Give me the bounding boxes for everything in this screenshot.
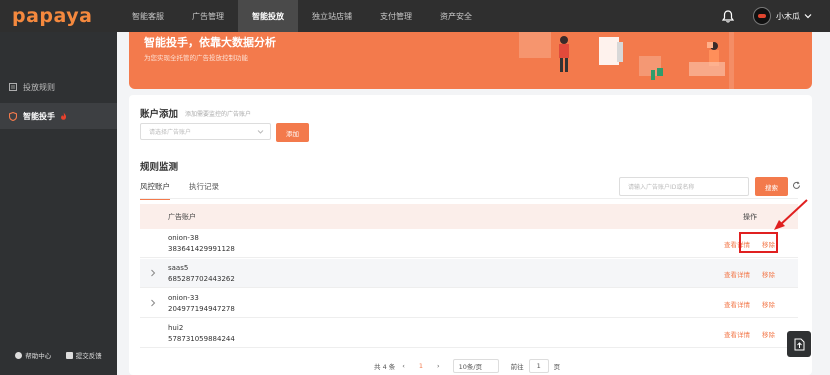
ad-account-select[interactable]: 请选择广告账户: [140, 123, 271, 140]
main-card: 账户添加 添加需要监控的广告账户 请选择广告账户 添加 规则监测 风控账户 执行…: [129, 95, 812, 375]
bell-icon[interactable]: [721, 9, 735, 23]
feedback-link[interactable]: 提交反馈: [65, 350, 102, 360]
ad-account-select-placeholder: 请选择广告账户: [149, 129, 192, 136]
account-add-title: 账户添加: [140, 109, 179, 120]
account-id: 204977194947278: [168, 305, 235, 313]
feedback-label: 提交反馈: [75, 352, 102, 360]
chevron-right-icon[interactable]: [149, 298, 157, 308]
refresh-icon[interactable]: [792, 181, 801, 190]
export-button[interactable]: [787, 331, 811, 357]
account-name: saas5: [168, 264, 189, 272]
tabs-divider: [140, 198, 798, 199]
goto-page-input[interactable]: 1: [528, 359, 549, 373]
remove-link[interactable]: 移除: [762, 299, 775, 309]
table-row: onion-38 383641429991128 查看详情 移除: [140, 229, 798, 258]
chevron-down-icon[interactable]: [804, 12, 812, 20]
view-detail-link[interactable]: 查看详情: [724, 299, 750, 309]
sidebar-item-label: 智能投手: [23, 111, 55, 121]
help-center-label: 帮助中心: [25, 352, 52, 360]
sidebar-item-label: 投放规则: [23, 82, 55, 92]
page-number-current[interactable]: 1: [419, 362, 423, 370]
sidebar: 投放规则 智能投手 帮助中心 提交反馈: [0, 32, 117, 375]
logo[interactable]: papaya: [0, 5, 118, 27]
promo-banner: 智能投手，依靠大数据分析 为您实现全托管的广告投放控制功能: [129, 32, 812, 89]
chevron-down-icon: [257, 130, 264, 134]
nav-item-payment[interactable]: 支付管理: [366, 0, 426, 32]
help-center-link[interactable]: 帮助中心: [15, 350, 51, 360]
user-area: 小木瓜: [721, 0, 812, 32]
account-add-hint: 添加需要监控的广告账户: [185, 111, 252, 118]
pagination: 共 4 条 ‹ 1 › 10条/页 前往 1 页: [374, 359, 560, 373]
nav-item-asset-security[interactable]: 资产安全: [426, 0, 486, 32]
shield-icon: [9, 111, 17, 121]
total-count: 共 4 条: [374, 363, 396, 371]
table-header: 广告账户 操作: [140, 204, 798, 229]
view-detail-link[interactable]: 查看详情: [724, 329, 750, 339]
remove-link[interactable]: 移除: [762, 329, 775, 339]
top-navigation-bar: papaya 智能客服 广告管理 智能投放 独立站店铺 支付管理 资产安全 小木…: [0, 0, 830, 32]
arrow-annotation-icon: [774, 199, 808, 230]
account-name: onion-33: [168, 294, 199, 302]
chevron-right-icon[interactable]: [149, 268, 157, 278]
table-row: saas5 685287702443262 查看详情 移除: [140, 259, 798, 288]
sidebar-item-smart-pitcher[interactable]: 智能投手: [0, 103, 117, 129]
search-button[interactable]: 搜索: [755, 177, 788, 196]
view-detail-link[interactable]: 查看详情: [724, 269, 750, 279]
remove-highlight-box: [739, 232, 778, 253]
export-icon: [794, 338, 804, 350]
monitor-title: 规则监测: [140, 162, 179, 173]
next-page-icon[interactable]: ›: [437, 362, 440, 370]
banner-illustration: [519, 32, 734, 89]
account-id: 685287702443262: [168, 275, 235, 283]
column-ad-account: 广告账户: [168, 212, 196, 221]
table-row: onion-33 204977194947278 查看详情 移除: [140, 289, 798, 318]
nav-item-smart-delivery[interactable]: 智能投放: [238, 0, 298, 32]
search-input[interactable]: 请输入广告账户ID或名称: [619, 177, 749, 196]
sidebar-footer: 帮助中心 提交反馈: [0, 350, 117, 360]
fire-icon: [61, 112, 67, 120]
username[interactable]: 小木瓜: [776, 11, 800, 22]
search-placeholder: 请输入广告账户ID或名称: [628, 184, 695, 191]
page-size-value: 10条/页: [458, 363, 483, 371]
sidebar-item-rules[interactable]: 投放规则: [0, 74, 117, 100]
account-name: hui2: [168, 324, 184, 332]
page-suffix: 页: [553, 363, 561, 371]
nav-item-store[interactable]: 独立站店铺: [298, 0, 366, 32]
table-row: hui2 578731059884244 查看详情 移除: [140, 319, 798, 348]
prev-page-icon[interactable]: ‹: [402, 362, 405, 370]
rules-icon: [9, 83, 17, 91]
add-account-button[interactable]: 添加: [276, 123, 309, 142]
account-id: 383641429991128: [168, 245, 235, 253]
help-icon: [15, 351, 23, 359]
nav-item-ad-management[interactable]: 广告管理: [178, 0, 238, 32]
column-actions: 操作: [743, 212, 757, 221]
nav-item-customer-service[interactable]: 智能客服: [118, 0, 178, 32]
feedback-icon: [65, 351, 73, 359]
account-id: 578731059884244: [168, 335, 235, 343]
remove-link[interactable]: 移除: [762, 269, 775, 279]
goto-label: 前往: [510, 363, 524, 371]
account-name: onion-38: [168, 234, 199, 242]
page-size-select[interactable]: 10条/页: [452, 359, 499, 373]
main-nav: 智能客服 广告管理 智能投放 独立站店铺 支付管理 资产安全: [118, 0, 486, 32]
avatar[interactable]: [753, 7, 771, 25]
